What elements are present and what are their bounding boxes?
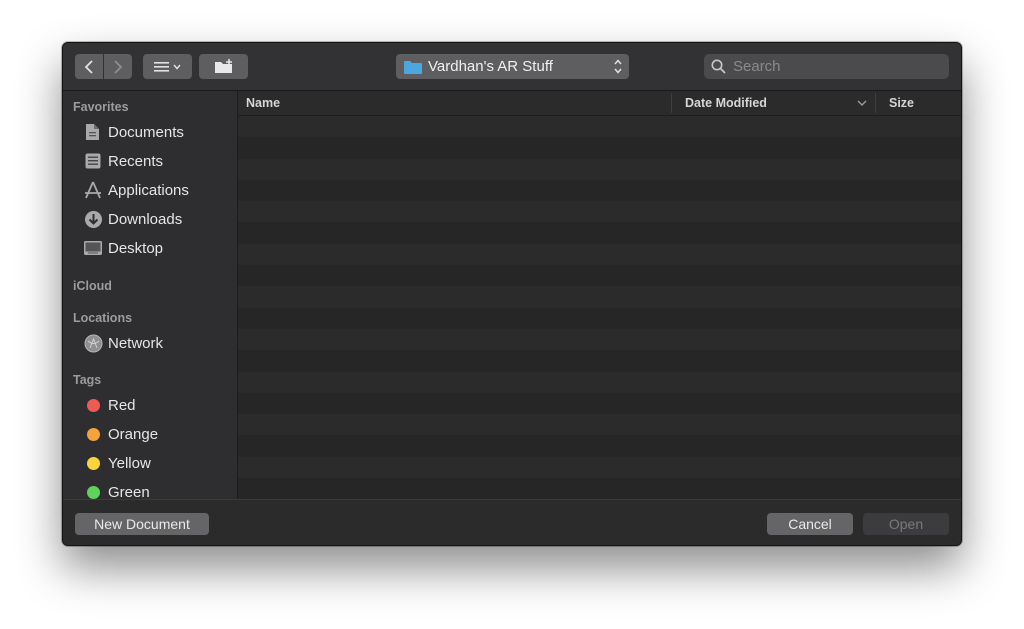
sidebar-item-label: Desktop bbox=[108, 239, 164, 257]
search-icon bbox=[711, 59, 726, 74]
favorites-title: Favorites bbox=[73, 100, 129, 114]
location-popup[interactable]: Vardhan's AR Stuff bbox=[396, 54, 629, 79]
search-field[interactable] bbox=[704, 54, 949, 79]
sidebar-item-label: Green bbox=[108, 483, 150, 500]
sidebar-item-desktop[interactable]: Desktop bbox=[83, 236, 163, 260]
document-icon bbox=[83, 122, 103, 142]
empty-row bbox=[238, 414, 961, 436]
file-list[interactable]: Name Date Modified Size bbox=[238, 91, 961, 499]
back-button[interactable] bbox=[75, 54, 103, 79]
open-button[interactable]: Open bbox=[863, 513, 949, 535]
sidebar-item-documents[interactable]: Documents bbox=[83, 120, 184, 144]
empty-row bbox=[238, 243, 961, 266]
sidebar-item-label: Recents bbox=[108, 152, 164, 170]
sidebar-item-network[interactable]: Network bbox=[83, 331, 163, 355]
list-rows bbox=[238, 116, 961, 499]
list-view-icon bbox=[153, 61, 181, 72]
sidebar-item-label: Network bbox=[108, 334, 164, 352]
search-input[interactable] bbox=[731, 57, 935, 76]
sidebar-item-label: Red bbox=[108, 396, 136, 414]
sidebar-item-downloads[interactable]: Downloads bbox=[83, 207, 182, 231]
empty-row bbox=[238, 435, 961, 457]
empty-row bbox=[238, 222, 961, 244]
orange-tag-dot bbox=[86, 427, 100, 441]
sidebar-item-tag-orange[interactable]: Orange bbox=[83, 422, 158, 446]
empty-row bbox=[238, 179, 961, 202]
view-options-button[interactable] bbox=[143, 54, 192, 79]
applications-icon bbox=[83, 180, 103, 200]
column-header-date-modified[interactable]: Date Modified bbox=[685, 96, 767, 110]
yellow-tag-dot bbox=[86, 456, 100, 470]
new-folder-button[interactable] bbox=[199, 54, 248, 79]
sidebar-item-applications[interactable]: Applications bbox=[83, 178, 189, 202]
new-document-button[interactable]: New Document bbox=[75, 513, 209, 535]
column-divider[interactable] bbox=[875, 93, 876, 113]
sidebar-item-tag-green[interactable]: Green bbox=[83, 480, 150, 499]
new-folder-icon bbox=[214, 58, 232, 73]
location-label: Vardhan's AR Stuff bbox=[428, 58, 553, 75]
sidebar: Favorites Documents Recents Applications… bbox=[63, 91, 238, 499]
empty-row bbox=[238, 392, 961, 415]
red-tag-dot bbox=[86, 398, 100, 412]
locations-title: Locations bbox=[73, 311, 133, 325]
desktop-icon bbox=[83, 238, 103, 258]
forward-button[interactable] bbox=[104, 54, 132, 79]
icloud-title: iCloud bbox=[73, 279, 112, 293]
column-divider[interactable] bbox=[671, 93, 672, 113]
empty-row bbox=[238, 201, 961, 223]
empty-row bbox=[238, 307, 961, 329]
empty-row bbox=[238, 286, 961, 308]
sidebar-item-label: Orange bbox=[108, 425, 159, 443]
empty-row bbox=[238, 456, 961, 479]
empty-row bbox=[238, 350, 961, 372]
sidebar-item-label: Documents bbox=[108, 123, 184, 141]
empty-row bbox=[238, 371, 961, 393]
empty-row bbox=[238, 478, 961, 499]
green-tag-dot bbox=[86, 485, 100, 499]
nav-buttons bbox=[75, 54, 133, 79]
recents-icon bbox=[83, 151, 103, 171]
sidebar-item-label: Yellow bbox=[108, 454, 151, 472]
network-icon bbox=[83, 333, 103, 353]
sort-chevron-down-icon bbox=[857, 100, 867, 106]
open-dialog: Vardhan's AR Stuff Favorites Documents bbox=[62, 42, 962, 546]
folder-icon bbox=[404, 60, 422, 74]
sidebar-item-recents[interactable]: Recents bbox=[83, 149, 163, 173]
column-header-size[interactable]: Size bbox=[889, 96, 914, 110]
updown-arrows-icon bbox=[614, 59, 622, 74]
list-header: Name Date Modified Size bbox=[238, 91, 961, 116]
sidebar-item-label: Applications bbox=[108, 181, 189, 199]
tags-title: Tags bbox=[73, 373, 102, 387]
empty-row bbox=[238, 265, 961, 287]
sidebar-item-tag-red[interactable]: Red bbox=[83, 393, 136, 417]
downloads-icon bbox=[83, 209, 103, 229]
empty-row bbox=[238, 137, 961, 159]
toolbar: Vardhan's AR Stuff bbox=[63, 43, 961, 91]
empty-row bbox=[238, 116, 961, 138]
empty-row bbox=[238, 328, 961, 351]
bottom-bar: New Document Cancel Open bbox=[63, 499, 961, 545]
empty-row bbox=[238, 158, 961, 180]
chevron-left-icon bbox=[84, 59, 93, 74]
sidebar-item-tag-yellow[interactable]: Yellow bbox=[83, 451, 151, 475]
chevron-right-icon bbox=[114, 59, 123, 74]
column-header-name[interactable]: Name bbox=[246, 96, 280, 110]
cancel-button[interactable]: Cancel bbox=[767, 513, 853, 535]
sidebar-item-label: Downloads bbox=[108, 210, 183, 228]
